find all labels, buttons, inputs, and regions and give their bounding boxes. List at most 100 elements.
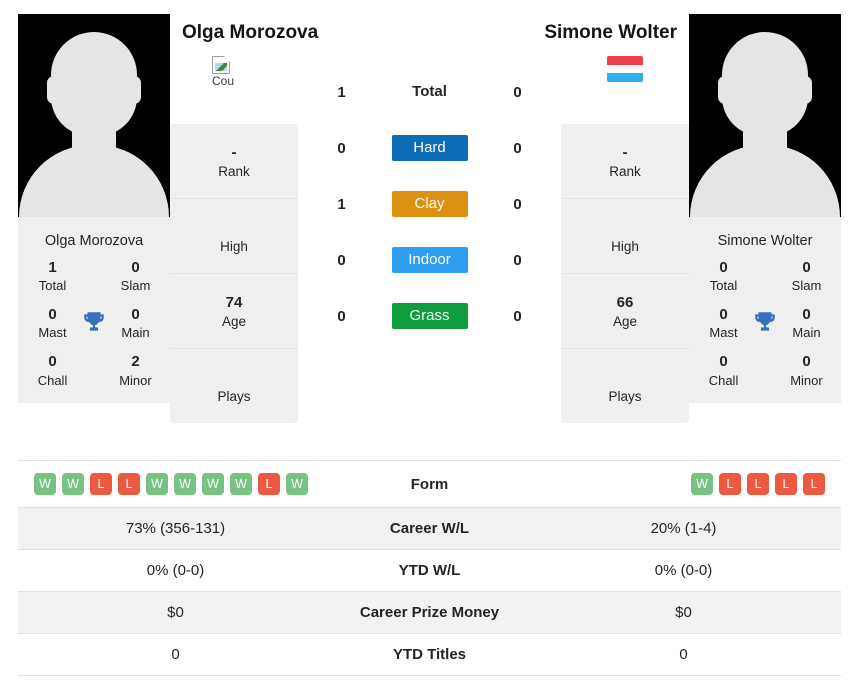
stat-value: 0: [719, 353, 728, 371]
info-label: High: [611, 238, 639, 254]
title-stat-slam: 0 Slam: [782, 258, 831, 295]
h2h-row-hard: 0 Hard 0: [298, 120, 561, 176]
info-label: Age: [612, 313, 638, 329]
left-player-titles-card: Olga Morozova 1 Total 0 Slam 0 Mast 0 Ma…: [18, 217, 170, 404]
right-info-panel: - Rank High 66 Age Plays: [561, 124, 689, 423]
left-career-prize-money: $0: [167, 604, 184, 621]
h2h-label-indoor: Indoor: [371, 247, 489, 273]
info-value: [567, 367, 683, 388]
info-section-rank: - Rank: [561, 124, 689, 199]
h2h-row-grass: 0 Grass 0: [298, 288, 561, 344]
info-value: [176, 367, 292, 388]
player-comparison-top: Olga Morozova 1 Total 0 Slam 0 Mast 0 Ma…: [0, 0, 859, 460]
trophy-spacer: [748, 258, 782, 262]
h2h-row-indoor: 0 Indoor 0: [298, 232, 561, 288]
h2h-right-count: 0: [513, 251, 522, 269]
stat-label: Total: [709, 278, 738, 294]
right-ytd-wl: 0% (0-0): [654, 562, 713, 579]
h2h-left-count: 0: [337, 307, 346, 325]
title-stat-main: 0 Main: [782, 305, 831, 342]
info-label: Age: [221, 313, 247, 329]
stat-value: 0: [719, 259, 728, 276]
broken-image-glyph: [212, 56, 230, 74]
row-label-ytd-wl: YTD W/L: [398, 562, 461, 579]
stat-label: Mast: [709, 325, 738, 341]
trophy-spacer: [77, 352, 111, 356]
form-badge-loss: L: [775, 473, 797, 495]
avatar-ear-right-icon: [127, 76, 141, 104]
title-stat-total: 0 Total: [699, 258, 748, 295]
h2h-label-clay: Clay: [371, 191, 489, 217]
titles-row: 0 Chall 0 Minor: [699, 352, 831, 389]
h2h-left-count: 1: [337, 83, 346, 101]
title-stat-chall: 0 Chall: [28, 352, 77, 389]
form-badge-loss: L: [258, 473, 280, 495]
stat-label: Chall: [708, 372, 739, 388]
right-career-prize-money: $0: [675, 604, 692, 621]
title-stat-main: 0 Main: [111, 305, 160, 342]
h2h-label-grass: Grass: [371, 303, 489, 329]
title-stat-mast: 0 Mast: [28, 305, 77, 342]
h2h-label-total: Total: [371, 83, 489, 101]
luxembourg-flag-icon: [607, 56, 643, 82]
comparison-table-body: WWLLWWWWLW Form WLLLL 73% (356-131) Care…: [18, 461, 841, 676]
info-label: Rank: [218, 164, 250, 179]
right-career-wl: 20% (1-4): [650, 520, 717, 537]
flag-stripe-blue: [607, 73, 643, 82]
table-row-career-wl: 73% (356-131) Career W/L 20% (1-4): [18, 507, 841, 550]
avatar-ear-right-icon: [798, 76, 812, 104]
form-badge-loss: L: [90, 473, 112, 495]
title-stat-minor: 0 Minor: [782, 352, 831, 389]
h2h-left-count: 0: [337, 139, 346, 157]
info-section-high: High: [170, 199, 298, 274]
left-form-badges: WWLLWWWWLW: [34, 473, 308, 495]
h2h-surface-column: 1 Total 0 0 Hard 0 1 Clay 0 0 Indoor 0 0…: [298, 14, 561, 344]
surface-badge-hard: Hard: [391, 135, 468, 161]
stat-value: 0: [48, 353, 57, 371]
form-badge-win: W: [34, 473, 56, 495]
info-label: Rank: [609, 164, 641, 179]
form-badge-win: W: [174, 473, 196, 495]
h2h-left-count: 0: [337, 251, 346, 269]
stat-value: 0: [802, 353, 811, 371]
left-ytd-wl: 0% (0-0): [146, 562, 205, 579]
flag-stripe-white: [607, 64, 643, 74]
left-info-panel: - Rank High 74 Age Plays: [170, 124, 298, 423]
right-card-player-name: Simone Wolter: [717, 233, 813, 249]
trophy-spacer: [748, 352, 782, 356]
info-value: 66: [616, 293, 634, 311]
stat-label: Main: [792, 325, 821, 341]
right-form-badges: WLLLL: [691, 473, 825, 495]
info-section-age: 74 Age: [170, 274, 298, 349]
right-player-photo: [689, 14, 841, 217]
info-label: Plays: [608, 388, 642, 404]
stat-label: Minor: [790, 372, 823, 388]
stat-value: 0: [48, 306, 57, 324]
h2h-right-count: 0: [513, 307, 522, 325]
table-row-form: WWLLWWWWLW Form WLLLL: [18, 461, 841, 508]
form-badge-win: W: [146, 473, 168, 495]
table-row-ytd-titles: 0 YTD Titles 0: [18, 634, 841, 676]
left-titles-grid: 1 Total 0 Slam 0 Mast 0 Main 0 Chall 2 M…: [28, 258, 160, 389]
h2h-row-total: 1 Total 0: [298, 64, 561, 120]
stat-label: Mast: [38, 325, 67, 341]
title-stat-chall: 0 Chall: [699, 352, 748, 389]
titles-row: 0 Total 0 Slam: [699, 258, 831, 295]
row-label-career-wl: Career W/L: [389, 520, 470, 537]
surface-badge-indoor: Indoor: [391, 247, 468, 273]
right-player-titles-card: Simone Wolter 0 Total 0 Slam 0 Mast 0 Ma…: [689, 217, 841, 404]
form-badge-loss: L: [803, 473, 825, 495]
info-value: [176, 217, 292, 238]
form-badge-win: W: [286, 473, 308, 495]
trophy-spacer: [77, 258, 111, 262]
stat-label: Main: [121, 325, 150, 341]
broken-image-icon: Cou: [212, 56, 256, 88]
head-to-head-page: Olga Morozova Simone Wolter Olga Morozov…: [0, 0, 859, 681]
info-value: -: [231, 144, 237, 161]
h2h-right-count: 0: [513, 83, 522, 101]
info-value: -: [622, 144, 628, 161]
broken-image-alt-text: Cou: [212, 75, 235, 88]
avatar-ear-left-icon: [718, 76, 732, 104]
info-value: [567, 217, 683, 238]
form-badge-win: W: [691, 473, 713, 495]
